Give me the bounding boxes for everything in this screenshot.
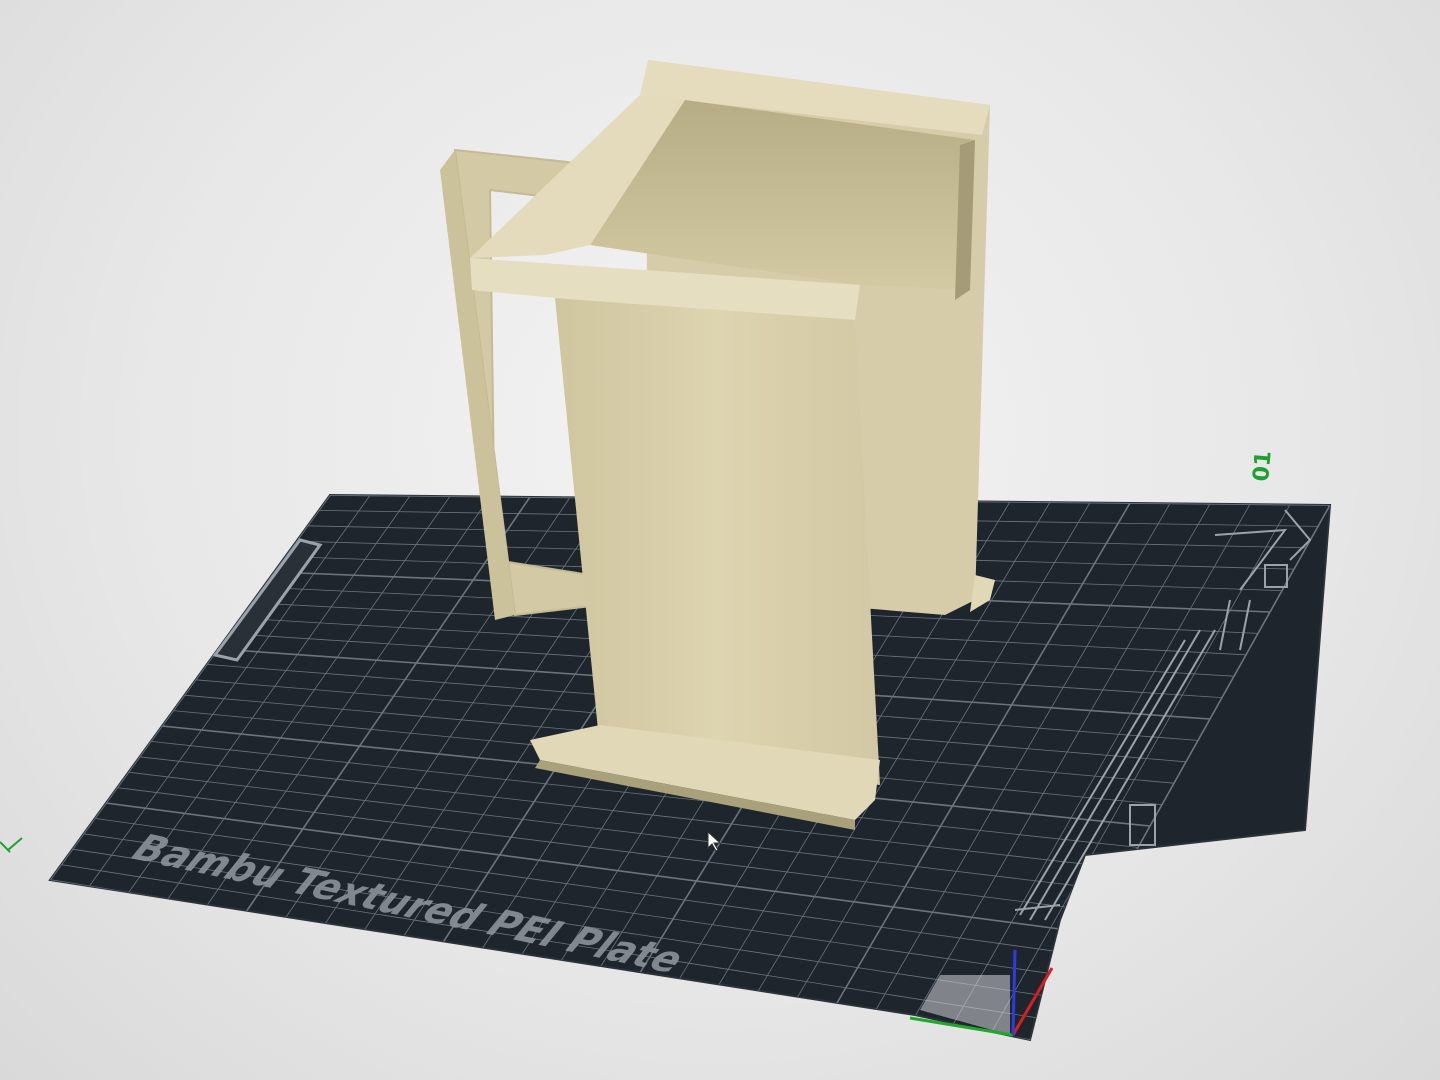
- model-front-wall: [555, 298, 880, 785]
- offscreen-axis-label: [0, 837, 23, 853]
- scene-svg[interactable]: Bambu Textured PEI Plate 01: [0, 0, 1440, 1080]
- 3d-viewport[interactable]: Bambu Textured PEI Plate 01: [0, 0, 1440, 1080]
- plate-number: 01: [1249, 450, 1277, 483]
- z-axis-line: [1011, 949, 1017, 1036]
